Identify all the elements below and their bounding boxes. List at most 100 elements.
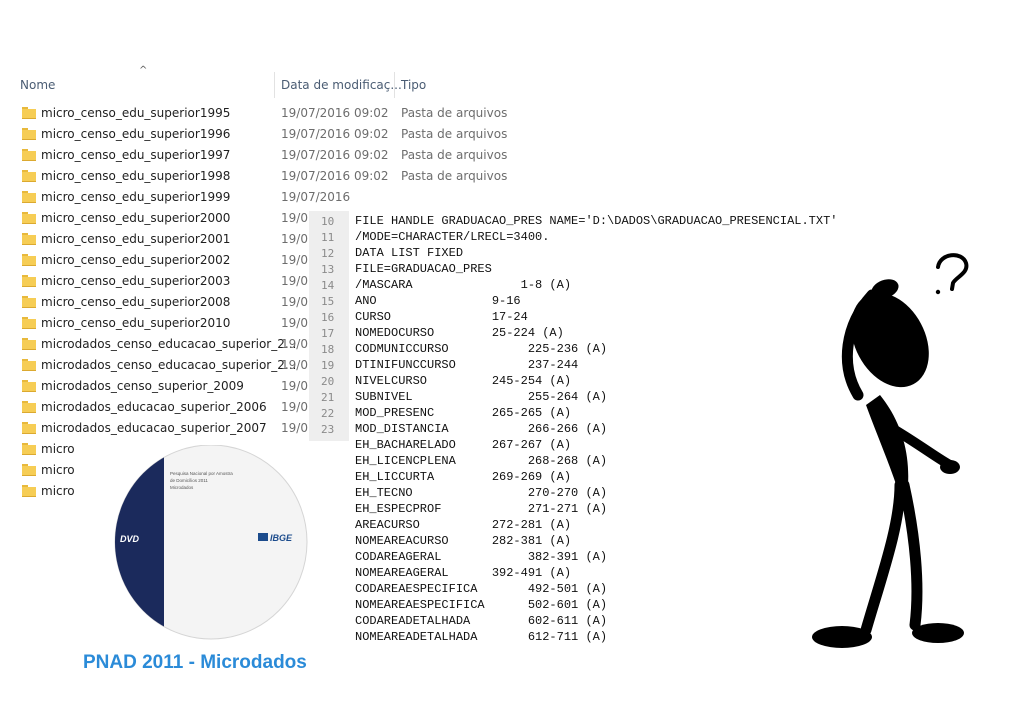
file-name[interactable]: micro_censo_edu_superior2010: [41, 316, 230, 330]
code-line: EH_BACHARELADO 267-267 (A): [355, 438, 572, 452]
file-name[interactable]: microdados_censo_educacao_superior_2...: [41, 337, 296, 351]
line-number: 21: [321, 391, 335, 404]
column-divider[interactable]: [394, 72, 395, 98]
ibge-logo: IBGE: [270, 533, 293, 543]
folder-icon: [22, 107, 36, 119]
code-line: DTINIFUNCCURSO 237-244: [355, 358, 579, 372]
code-line: ANO 9-16: [355, 294, 521, 308]
column-divider[interactable]: [274, 72, 275, 98]
folder-icon: [22, 338, 36, 350]
column-header-date-modified[interactable]: Data de modificaç...: [281, 77, 402, 93]
code-line: CODAREADETALHADA 602-611 (A): [355, 614, 608, 628]
sort-ascending-icon: ^: [139, 65, 148, 76]
file-name[interactable]: micro: [41, 484, 75, 498]
folder-icon: [22, 464, 36, 476]
code-line: NIVELCURSO 245-254 (A): [355, 374, 572, 388]
code-line: NOMEAREADETALHADA 612-711 (A): [355, 630, 608, 644]
file-name[interactable]: microdados_censo_educacao_superior_2...: [41, 358, 296, 372]
line-number: 18: [321, 343, 335, 356]
code-line: NOMEAREAESPECIFICA 502-601 (A): [355, 598, 608, 612]
folder-icon: [22, 485, 36, 497]
folder-icon: [22, 212, 36, 224]
file-name[interactable]: micro_censo_edu_superior2002: [41, 253, 230, 267]
folder-icon: [22, 359, 36, 371]
file-name[interactable]: microdados_educacao_superior_2007: [41, 421, 267, 435]
file-name[interactable]: micro_censo_edu_superior1999: [41, 190, 230, 204]
file-type: Pasta de arquivos: [401, 169, 508, 183]
thinking-figure-icon: [812, 253, 969, 648]
file-name[interactable]: micro_censo_edu_superior2000: [41, 211, 230, 225]
file-date-modified: 19/07/2016 09:02: [281, 169, 389, 183]
line-number: 12: [321, 247, 335, 260]
folder-icon: [22, 380, 36, 392]
code-line: EH_ESPECPROF 271-271 (A): [355, 502, 608, 516]
code-line: NOMEAREACURSO 282-381 (A): [355, 534, 572, 548]
file-name[interactable]: micro: [41, 463, 75, 477]
line-number: 19: [321, 359, 335, 372]
code-line: MOD_DISTANCIA 266-266 (A): [355, 422, 608, 436]
folder-icon: [22, 296, 36, 308]
dvd-label-line-3: Microdados: [170, 485, 194, 490]
file-name[interactable]: microdados_censo_superior_2009: [41, 379, 244, 393]
file-type: Pasta de arquivos: [401, 127, 508, 141]
file-name[interactable]: micro_censo_edu_superior2001: [41, 232, 230, 246]
file-name[interactable]: micro_censo_edu_superior2008: [41, 295, 230, 309]
dvd-logo-text: DVD: [120, 534, 140, 544]
code-line: /MASCARA 1-8 (A): [355, 278, 572, 292]
file-name[interactable]: microdados_educacao_superior_2006: [41, 400, 267, 414]
dvd-label-line-1: Pesquisa Nacional por Amostra: [170, 471, 233, 476]
line-number: 11: [321, 231, 335, 244]
line-number: 13: [321, 263, 335, 276]
code-line: MOD_PRESENC 265-265 (A): [355, 406, 572, 420]
line-number: 23: [321, 423, 335, 436]
code-line: AREACURSO 272-281 (A): [355, 518, 572, 532]
pnad-dvd-image: DVD Pesquisa Nacional por Amostra de Dom…: [98, 445, 324, 640]
code-line: /MODE=CHARACTER/LRECL=3400.: [355, 230, 550, 244]
code-line: DATA LIST FIXED: [355, 246, 464, 260]
folder-icon: [22, 191, 36, 203]
dvd-label-line-2: de Domicílios 2011: [170, 478, 208, 483]
line-number: 17: [321, 327, 335, 340]
file-name[interactable]: micro_censo_edu_superior1998: [41, 169, 230, 183]
folder-icon: [22, 443, 36, 455]
file-date-modified: 19/07/2016 09:02: [281, 106, 389, 120]
code-line: EH_LICCURTA 269-269 (A): [355, 470, 572, 484]
folder-icon: [22, 233, 36, 245]
line-number: 16: [321, 311, 335, 324]
code-line: CODAREAGERAL 382-391 (A): [355, 550, 608, 564]
code-line: SUBNIVEL 255-264 (A): [355, 390, 608, 404]
column-header-name[interactable]: Nome: [20, 77, 55, 93]
code-line: CURSO 17-24: [355, 310, 528, 324]
file-list-row[interactable]: micro_censo_edu_superior1997 19/07/2016 0…: [0, 145, 520, 166]
file-name[interactable]: micro_censo_edu_superior1997: [41, 148, 230, 162]
folder-icon: [22, 170, 36, 182]
file-list-row[interactable]: micro_censo_edu_superior1995 19/07/2016 0…: [0, 103, 520, 124]
file-name[interactable]: micro_censo_edu_superior1996: [41, 127, 230, 141]
file-list-row[interactable]: micro_censo_edu_superior1998 19/07/2016 0…: [0, 166, 520, 187]
code-line: CODMUNICCURSO 225-236 (A): [355, 342, 608, 356]
folder-icon: [22, 422, 36, 434]
folder-icon: [22, 128, 36, 140]
code-line: FILE=GRADUACAO_PRES: [355, 262, 492, 276]
code-line: CODAREAESPECIFICA 492-501 (A): [355, 582, 608, 596]
file-type: Pasta de arquivos: [401, 106, 508, 120]
folder-icon: [22, 401, 36, 413]
file-list-row[interactable]: micro_censo_edu_superior1999 19/07/2016 0…: [0, 187, 520, 208]
dvd-caption: PNAD 2011 - Microdados: [83, 652, 307, 673]
code-line: EH_TECNO 270-270 (A): [355, 486, 608, 500]
line-number: 10: [321, 215, 335, 228]
file-name[interactable]: micro_censo_edu_superior2003: [41, 274, 230, 288]
folder-icon: [22, 254, 36, 266]
column-header-type[interactable]: Tipo: [401, 77, 426, 93]
code-line: NOMEDOCURSO 25-224 (A): [355, 326, 564, 340]
line-number: 20: [321, 375, 335, 388]
folder-icon: [22, 275, 36, 287]
file-name[interactable]: micro: [41, 442, 75, 456]
line-number-gutter: 10 11 12 13 14 15 16 17 18 19 20 21 22 23: [309, 211, 349, 441]
file-type: Pasta de arquivos: [401, 148, 508, 162]
file-date-modified: 19/07/2016 09:02: [281, 127, 389, 141]
code-line: EH_LICENCPLENA 268-268 (A): [355, 454, 608, 468]
file-list-row[interactable]: micro_censo_edu_superior1996 19/07/2016 0…: [0, 124, 520, 145]
file-name[interactable]: micro_censo_edu_superior1995: [41, 106, 230, 120]
line-number: 22: [321, 407, 335, 420]
